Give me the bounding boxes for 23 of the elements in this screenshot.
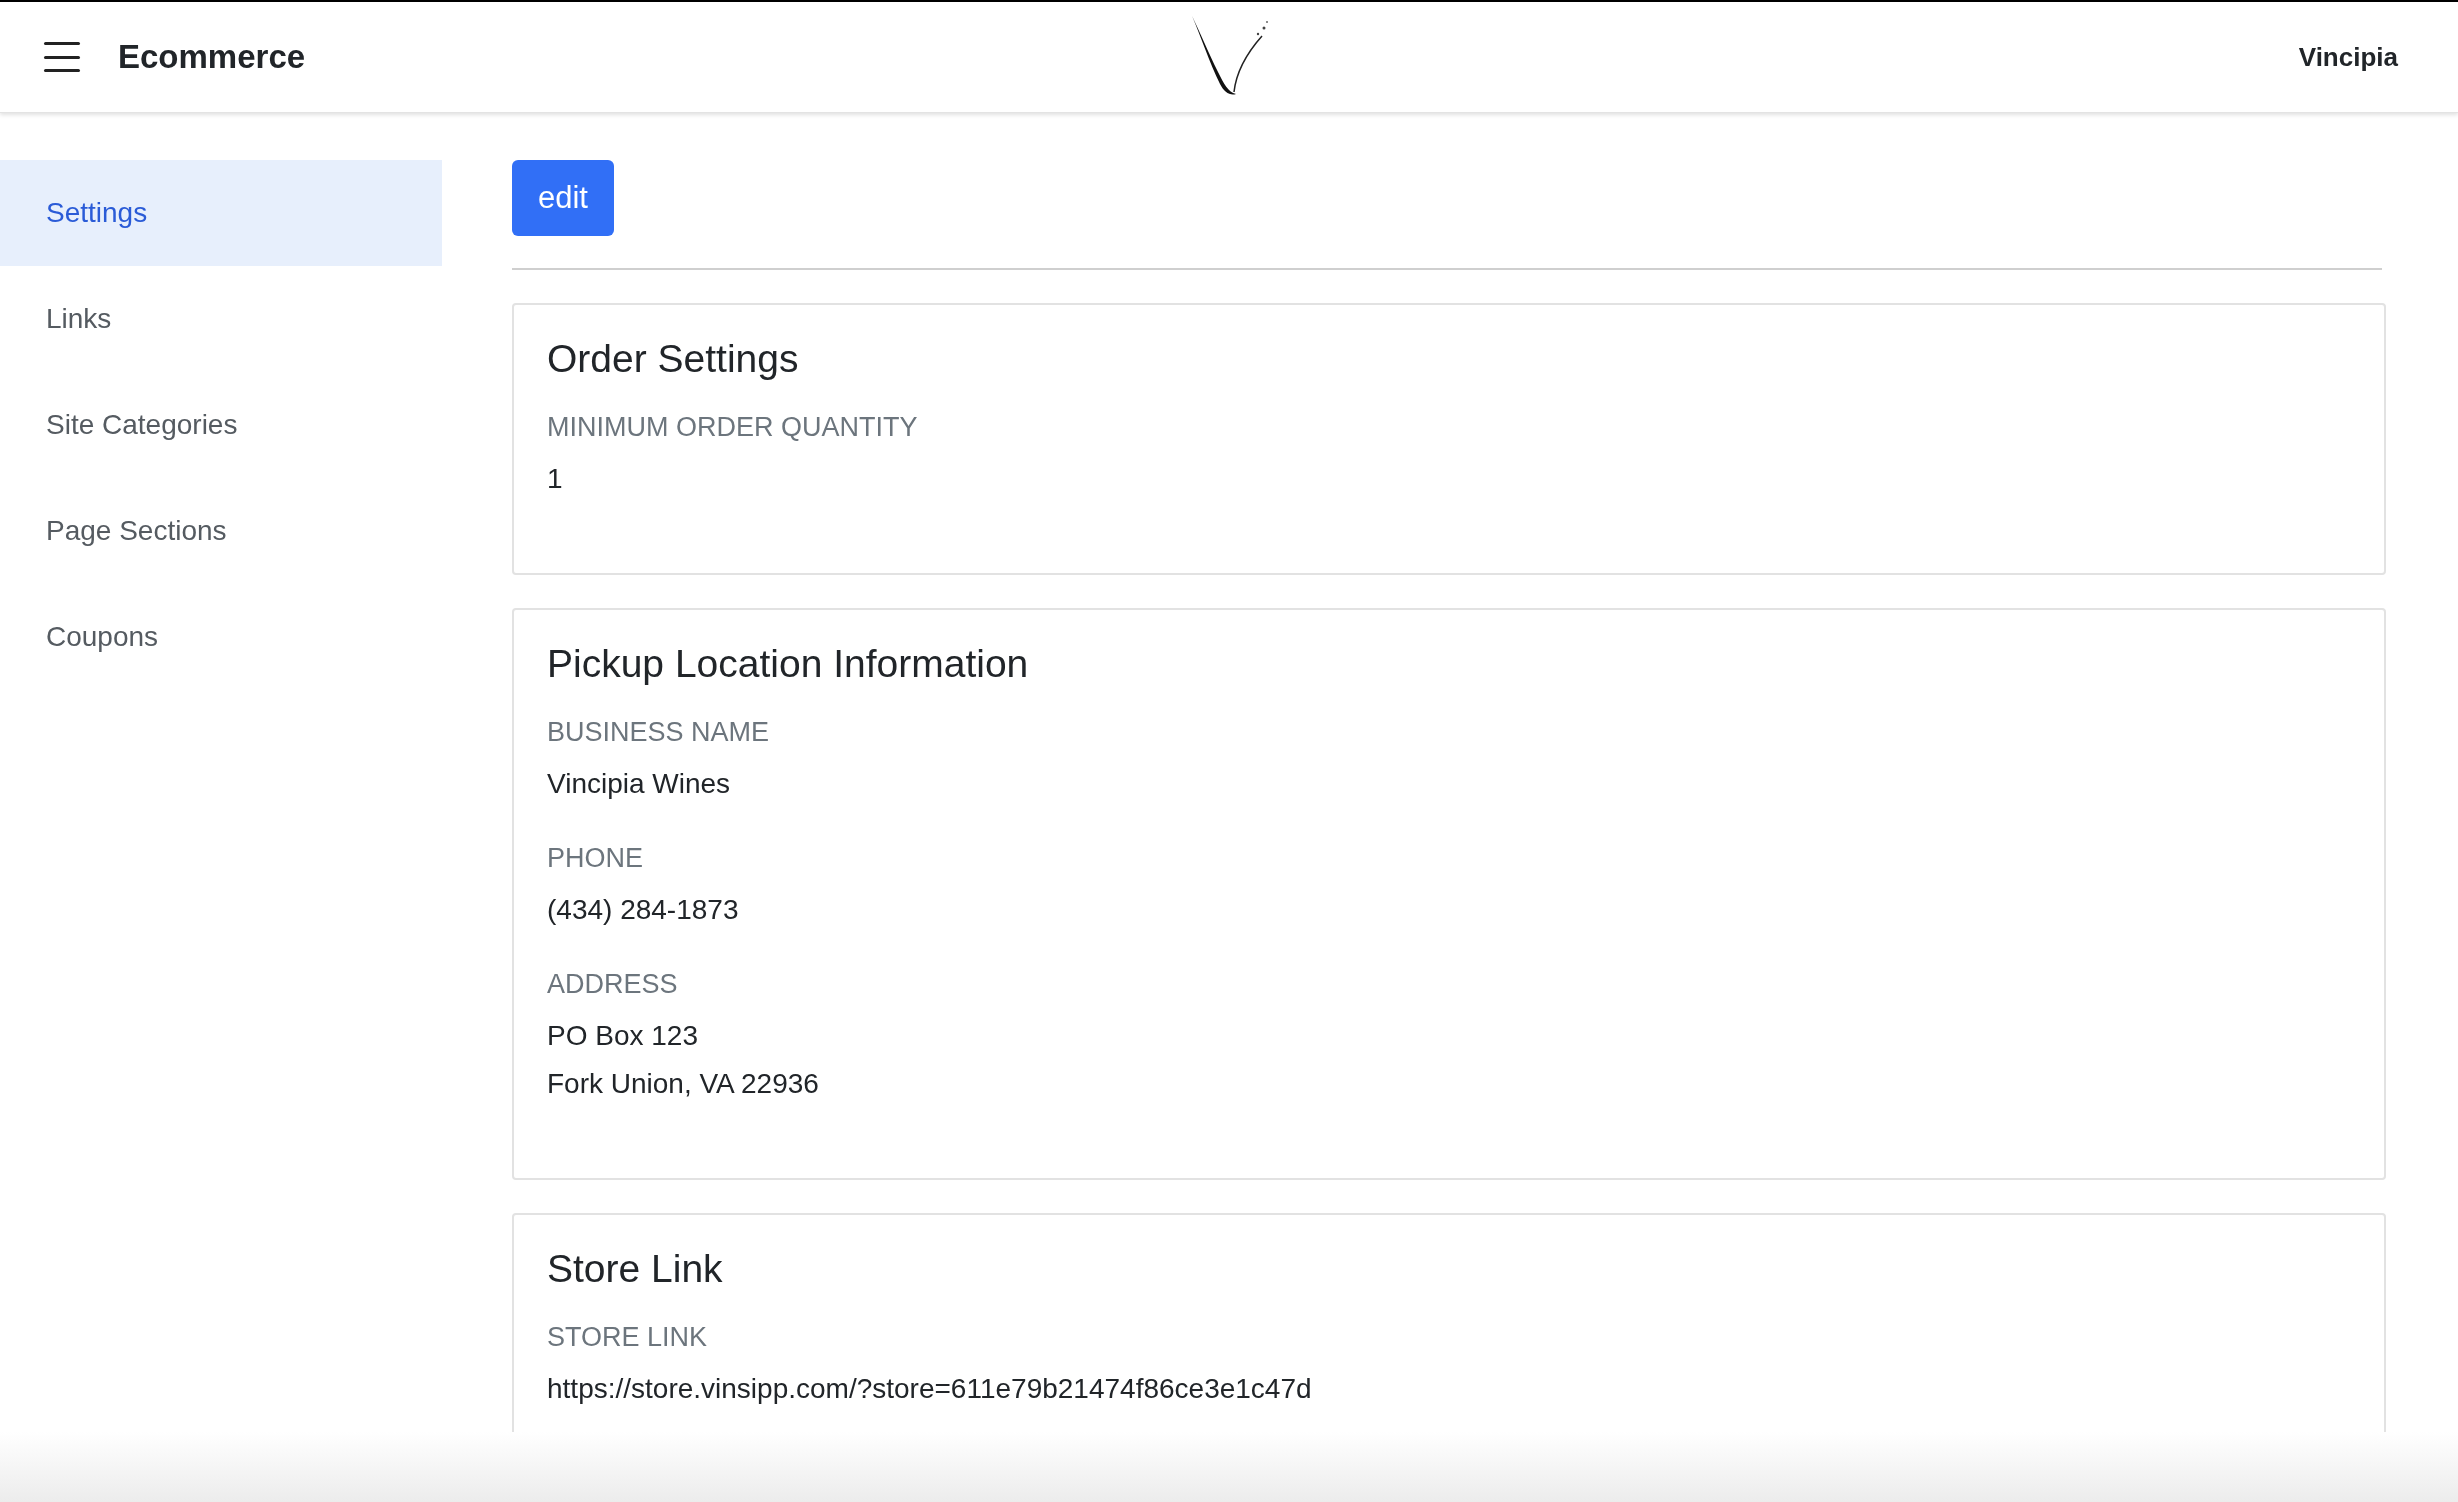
card-title: Store Link xyxy=(547,1246,724,1292)
user-name[interactable]: Vincipia xyxy=(2298,37,2398,77)
menu-icon[interactable] xyxy=(44,42,80,72)
field-label: BUSINESS NAME xyxy=(547,716,771,749)
field-value: https://store.vinsipp.com/?store=611e79b21474f86ce3e1c47d xyxy=(547,1372,1313,1406)
sidebar-item[interactable]: Page Sections xyxy=(0,478,442,584)
edit-button[interactable]: edit xyxy=(512,160,614,236)
field-label: STORE LINK xyxy=(547,1321,709,1354)
card-title: Order Settings xyxy=(547,336,800,382)
sidebar-item[interactable]: Settings xyxy=(0,160,442,266)
sidebar-item[interactable]: Links xyxy=(0,266,442,372)
field-label: PHONE xyxy=(547,842,645,875)
field-label: ADDRESS xyxy=(547,968,679,1001)
card-title: Pickup Location Information xyxy=(547,641,1030,687)
app-title: Ecommerce xyxy=(118,37,306,78)
field-value: PO Box 123 xyxy=(547,1019,699,1053)
field-value: Fork Union, VA 22936 xyxy=(547,1067,820,1101)
field-label: MINIMUM ORDER QUANTITY xyxy=(547,411,919,444)
field-value: 1 xyxy=(547,462,564,496)
field-value: Vincipia Wines xyxy=(547,767,732,801)
sidebar-item[interactable]: Site Categories xyxy=(0,372,442,478)
field-value: (434) 284-1873 xyxy=(547,893,740,927)
sidebar-item[interactable]: Coupons xyxy=(0,584,442,690)
